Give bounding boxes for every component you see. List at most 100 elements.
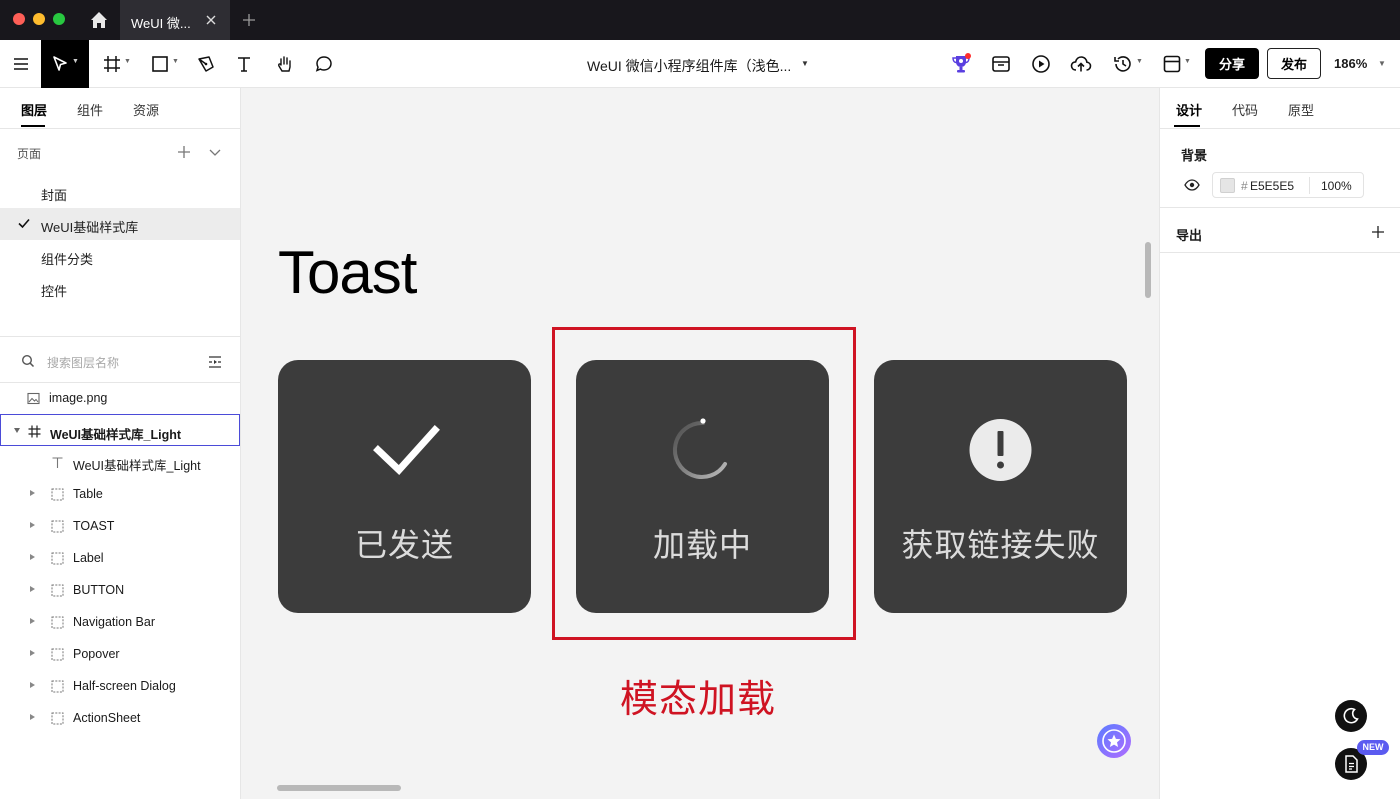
ai-assistant-icon[interactable]	[1097, 724, 1131, 758]
archive-icon[interactable]	[988, 40, 1014, 88]
background-hex-value[interactable]: E5E5E5	[1250, 179, 1294, 193]
chevron-down-icon[interactable]: ▼	[801, 59, 809, 68]
group-icon	[51, 616, 64, 629]
menu-icon[interactable]	[8, 40, 34, 88]
upload-cloud-icon[interactable]	[1067, 40, 1095, 88]
toast-sent[interactable]: 已发送	[278, 360, 531, 613]
share-button[interactable]: 分享	[1205, 48, 1259, 79]
layer-row[interactable]: TOAST	[0, 510, 240, 542]
caret-right-icon[interactable]	[30, 490, 35, 496]
page-item-categories[interactable]: 组件分类	[0, 240, 240, 272]
caret-right-icon[interactable]	[30, 554, 35, 560]
caret-right-icon[interactable]	[30, 682, 35, 688]
layer-search[interactable]: 搜索图层名称	[0, 343, 240, 381]
history-icon[interactable]: ▼	[1110, 40, 1146, 88]
layer-row[interactable]: Navigation Bar	[0, 606, 240, 638]
add-export-icon[interactable]	[1370, 224, 1386, 245]
hand-tool-icon[interactable]	[272, 40, 298, 88]
home-icon[interactable]	[88, 9, 110, 31]
layer-row[interactable]: BUTTON	[0, 574, 240, 606]
group-icon	[51, 680, 64, 693]
caret-right-icon[interactable]	[30, 714, 35, 720]
moon-icon[interactable]	[1335, 700, 1367, 732]
annotation-label: 模态加载	[620, 679, 777, 721]
group-icon	[51, 648, 64, 661]
highlight-frame	[552, 327, 856, 640]
layer-row[interactable]: image.png	[0, 382, 240, 414]
document-tab[interactable]: WeUI 微...	[120, 0, 230, 40]
pen-tool-icon[interactable]	[194, 40, 218, 88]
color-swatch[interactable]	[1220, 178, 1235, 193]
page-item-weui-base[interactable]: WeUI基础样式库	[0, 208, 240, 240]
eye-icon[interactable]	[1184, 178, 1200, 196]
page-item-cover[interactable]: 封面	[0, 176, 240, 208]
active-tab-indicator	[1174, 125, 1200, 127]
layer-row[interactable]: Table	[0, 478, 240, 510]
layer-row[interactable]: ActionSheet	[0, 702, 240, 734]
background-opacity-value[interactable]: 100%	[1321, 179, 1352, 193]
plus-icon[interactable]	[241, 12, 257, 28]
background-color-field[interactable]: # E5E5E5 100%	[1212, 172, 1364, 198]
design-canvas[interactable]: Toast 已发送 加载中 获取链接失败 模态加载	[241, 88, 1159, 799]
page-item-label: 封面	[41, 188, 68, 203]
comment-tool-icon[interactable]	[311, 40, 337, 88]
caret-right-icon[interactable]	[30, 586, 35, 592]
search-input[interactable]: 搜索图层名称	[47, 354, 119, 371]
frame-tool-icon[interactable]: ▼	[100, 40, 134, 88]
caret-down-icon[interactable]	[14, 428, 20, 433]
tab-prototype[interactable]: 原型	[1288, 100, 1314, 119]
toast-caption: 获取链接失败	[901, 527, 1100, 563]
layer-label: Popover	[73, 647, 120, 661]
caret-right-icon[interactable]	[30, 618, 35, 624]
play-icon[interactable]	[1028, 40, 1054, 88]
maximize-window-button[interactable]	[53, 13, 65, 25]
tab-components[interactable]: 组件	[77, 100, 103, 119]
layer-row[interactable]: Half-screen Dialog	[0, 670, 240, 702]
add-page-icon[interactable]	[176, 144, 192, 160]
group-icon	[51, 520, 64, 533]
layer-row[interactable]: WeUI基础样式库_Light	[0, 446, 240, 478]
new-badge: NEW	[1357, 740, 1389, 755]
zoom-chevron-icon[interactable]: ▼	[1378, 59, 1386, 68]
toast-link-failed[interactable]: 获取链接失败	[874, 360, 1127, 613]
close-tab-icon[interactable]	[204, 13, 218, 27]
layer-label: WeUI基础样式库_Light	[73, 459, 201, 473]
vertical-scrollbar[interactable]	[1145, 242, 1151, 298]
opacity-number: 100	[1321, 179, 1342, 193]
layout-icon[interactable]: ▼	[1160, 40, 1194, 88]
close-window-button[interactable]	[13, 13, 25, 25]
layer-label: Navigation Bar	[73, 615, 155, 629]
filter-layers-icon[interactable]	[208, 355, 222, 374]
publish-button[interactable]: 发布	[1267, 48, 1321, 79]
group-icon	[51, 552, 64, 565]
collapse-pages-icon[interactable]	[208, 145, 222, 159]
tab-assets[interactable]: 资源	[133, 100, 159, 119]
layer-label: ActionSheet	[73, 711, 141, 725]
tab-design[interactable]: 设计	[1176, 100, 1202, 119]
layer-row[interactable]: WeUI基础样式库_Light	[0, 414, 240, 446]
file-title[interactable]: WeUI 微信小程序组件库（浅色...	[587, 56, 791, 76]
divider	[1309, 177, 1310, 194]
move-tool-icon[interactable]: ▼	[41, 40, 89, 88]
page-item-controls[interactable]: 控件	[0, 272, 240, 304]
trophy-icon[interactable]	[948, 40, 974, 88]
text-tool-icon[interactable]	[232, 40, 256, 88]
toast-caption: 已发送	[354, 527, 454, 563]
zoom-level[interactable]: 186%	[1334, 56, 1367, 71]
layer-row[interactable]: Label	[0, 542, 240, 574]
tab-layers[interactable]: 图层	[21, 100, 47, 119]
caret-right-icon[interactable]	[30, 650, 35, 656]
layer-label: image.png	[49, 391, 108, 405]
caret-right-icon[interactable]	[30, 522, 35, 528]
horizontal-scrollbar[interactable]	[277, 785, 401, 791]
minimize-window-button[interactable]	[33, 13, 45, 25]
layer-row[interactable]: Popover	[0, 638, 240, 670]
group-icon	[51, 584, 64, 597]
tab-code[interactable]: 代码	[1232, 100, 1258, 119]
background-section-title: 背景	[1181, 148, 1208, 163]
canvas-heading[interactable]: Toast	[278, 238, 417, 307]
rectangle-tool-icon[interactable]: ▼	[148, 40, 182, 88]
divider	[1160, 207, 1400, 208]
group-icon	[51, 488, 64, 501]
layer-label: Half-screen Dialog	[73, 679, 176, 693]
